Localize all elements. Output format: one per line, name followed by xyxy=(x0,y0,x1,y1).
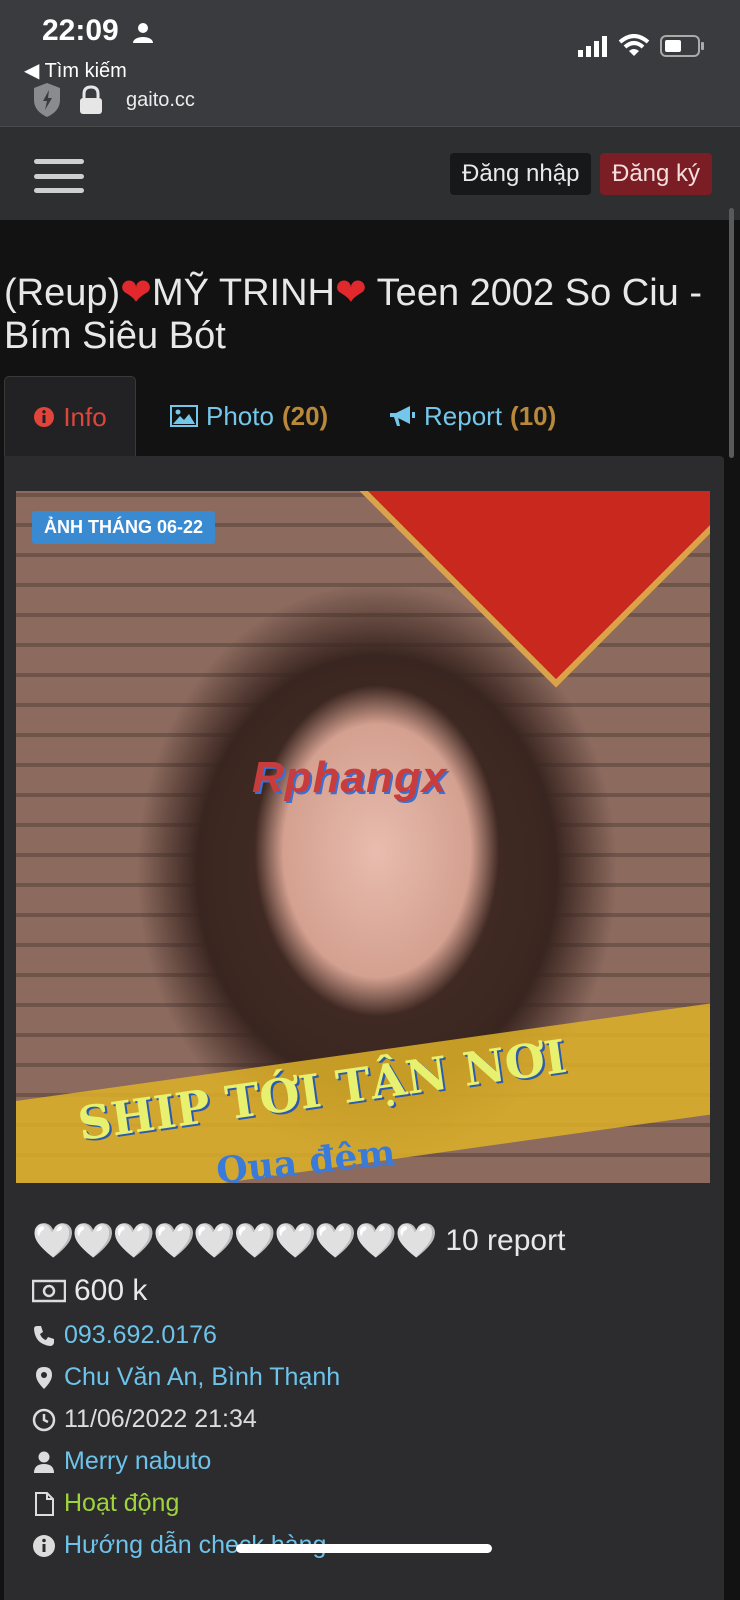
scrollbar-thumb[interactable] xyxy=(729,208,734,458)
post-tabs: Info Photo (20) Report (10) xyxy=(4,376,724,457)
ios-status-bar: 22:09 ◀ Tìm kiếm gaito.cc xyxy=(0,0,740,126)
price-row: 600 k xyxy=(32,1274,712,1308)
megaphone-icon xyxy=(390,406,415,426)
shield-icon xyxy=(34,83,60,117)
money-icon xyxy=(32,1279,66,1303)
status-row: Hoạt động xyxy=(32,1489,712,1518)
file-icon xyxy=(35,1491,54,1516)
report-count: (10) xyxy=(510,400,557,431)
heart-icon: ❤ xyxy=(334,272,367,314)
back-to-search-link[interactable]: ◀ Tìm kiếm xyxy=(24,58,127,83)
phone-row: 093.692.0176 xyxy=(32,1321,712,1350)
phone-icon xyxy=(34,1325,54,1346)
battery-icon xyxy=(660,35,704,57)
rating-row: 🤍🤍🤍🤍🤍🤍🤍🤍🤍🤍 10 report xyxy=(32,1221,712,1261)
heart-rating: 🤍🤍🤍🤍🤍🤍🤍🤍🤍🤍 xyxy=(32,1222,437,1260)
register-button[interactable]: Đăng ký xyxy=(600,153,713,195)
lock-icon xyxy=(80,85,102,114)
location-row: Chu Văn An, Bình Thạnh xyxy=(32,1363,712,1392)
post-title: (Reup)❤MỸ TRINH❤ Teen 2002 So Ciu - Bím … xyxy=(4,272,703,357)
post-details: 🤍🤍🤍🤍🤍🤍🤍🤍🤍🤍 10 report 600 k 093.692.0176 xyxy=(32,1221,712,1573)
clock: 22:09 xyxy=(42,14,119,47)
status-icons xyxy=(578,32,706,60)
home-indicator[interactable] xyxy=(236,1544,492,1553)
phone-link[interactable]: 093.692.0176 xyxy=(64,1321,217,1350)
address-bar[interactable]: gaito.cc xyxy=(32,82,195,118)
person-icon xyxy=(133,23,153,43)
price-value: 600 k xyxy=(74,1274,148,1307)
signal-icon xyxy=(578,36,607,57)
tab-photo[interactable]: Photo (20) xyxy=(170,376,328,456)
status-text: Hoạt động xyxy=(64,1489,180,1517)
profile-photo[interactable]: ẢNH THÁNG 06-22 Rphangx SHIP TỚI TẬN NƠI… xyxy=(16,491,710,1183)
menu-icon[interactable] xyxy=(34,159,84,193)
datetime-row: 11/06/2022 21:34 xyxy=(32,1405,712,1434)
login-button[interactable]: Đăng nhập xyxy=(450,153,592,195)
user-row: Merry nabuto xyxy=(32,1447,712,1476)
photo-count: (20) xyxy=(281,400,329,431)
photo-watermark: Rphangx xyxy=(252,753,448,802)
rating-text: 10 report xyxy=(445,1224,566,1257)
photo-date-badge: ẢNH THÁNG 06-22 xyxy=(32,511,216,544)
tab-report[interactable]: Report (10) xyxy=(388,376,556,456)
main-content: (Reup)❤MỸ TRINH❤ Teen 2002 So Ciu - Bím … xyxy=(0,220,740,1600)
photo-decoration xyxy=(335,491,710,688)
location-link[interactable]: Chu Văn An, Bình Thạnh xyxy=(64,1363,340,1392)
info-icon xyxy=(33,1534,55,1557)
wifi-icon xyxy=(618,34,650,56)
clock-icon xyxy=(32,1408,56,1431)
user-icon xyxy=(34,1451,54,1473)
site-navbar: Đăng nhập Đăng ký xyxy=(0,126,740,221)
map-marker-icon xyxy=(36,1366,52,1389)
tab-info[interactable]: Info xyxy=(4,376,136,457)
heart-icon: ❤ xyxy=(120,272,152,314)
post-datetime: 11/06/2022 21:34 xyxy=(64,1405,257,1433)
image-icon xyxy=(170,405,198,427)
info-icon xyxy=(34,407,55,427)
url-text: gaito.cc xyxy=(126,88,195,111)
info-panel: ẢNH THÁNG 06-22 Rphangx SHIP TỚI TẬN NƠI… xyxy=(4,456,724,1600)
user-link[interactable]: Merry nabuto xyxy=(64,1447,211,1476)
